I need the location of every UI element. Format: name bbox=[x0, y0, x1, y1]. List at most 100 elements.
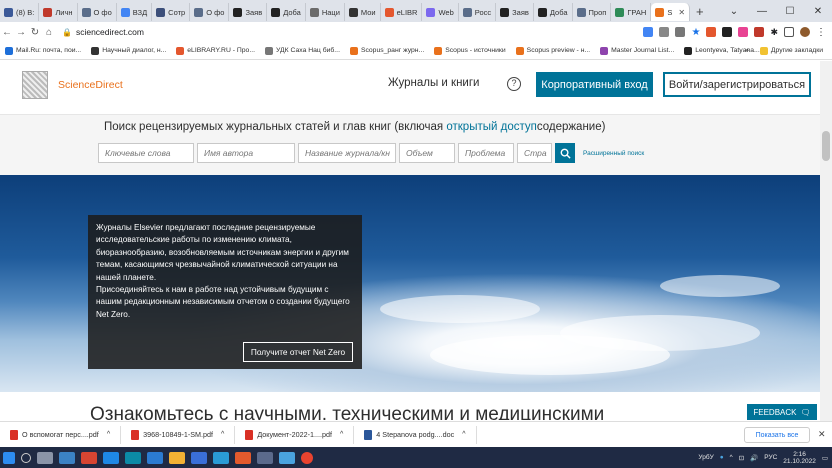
browser-tab[interactable]: ГРАН bbox=[611, 3, 652, 21]
extension-icon[interactable] bbox=[754, 27, 765, 37]
sidebar-icon[interactable] bbox=[784, 27, 794, 37]
tray-app-icon[interactable]: ● bbox=[720, 454, 724, 461]
download-item[interactable]: 4 Stepanova podg....doc ^ bbox=[354, 425, 477, 444]
extension-icon[interactable] bbox=[722, 27, 733, 37]
edge-icon[interactable] bbox=[125, 451, 141, 464]
bookmark-item[interactable]: УДК Саха Нац биб... bbox=[260, 46, 345, 55]
app-icon[interactable] bbox=[257, 451, 273, 464]
author-input[interactable]: Имя автора bbox=[197, 143, 295, 163]
net-zero-report-button[interactable]: Получите отчет Net Zero bbox=[243, 342, 353, 362]
home-icon[interactable]: ⌂ bbox=[42, 27, 56, 38]
acrobat-icon[interactable] bbox=[81, 451, 97, 464]
browser-tab[interactable]: Доба bbox=[534, 3, 573, 21]
corporate-login-button[interactable]: Корпоративный вход bbox=[536, 72, 653, 97]
telegram-icon[interactable] bbox=[213, 451, 229, 464]
powerpoint-icon[interactable] bbox=[235, 451, 251, 464]
bookmarks-more-button[interactable]: » bbox=[745, 47, 749, 54]
clock[interactable]: 2:16 21.10.2022 bbox=[783, 451, 816, 465]
google-icon[interactable] bbox=[643, 27, 654, 37]
chrome-icon[interactable] bbox=[301, 451, 313, 464]
mail-icon[interactable] bbox=[191, 451, 207, 464]
download-item[interactable]: 3968-10849-1-SM.pdf ^ bbox=[121, 425, 236, 444]
extension-icon[interactable] bbox=[706, 27, 717, 37]
maximize-button[interactable]: ☐ bbox=[776, 6, 804, 17]
bookmark-item[interactable]: Научный диалог, н... bbox=[86, 46, 171, 55]
bookmark-item[interactable]: Scopus preview - н... bbox=[511, 46, 595, 55]
browser-tab[interactable]: Мои bbox=[345, 3, 381, 21]
other-bookmarks-folder[interactable]: Другие закладки bbox=[755, 46, 828, 55]
bookmark-item[interactable]: eLIBRARY.RU - Про... bbox=[171, 46, 260, 55]
browser-tab[interactable]: Наци bbox=[306, 3, 345, 21]
browser-tab[interactable]: Web bbox=[422, 3, 459, 21]
minimize-button[interactable]: — bbox=[748, 6, 776, 17]
chevron-up-icon[interactable]: ^ bbox=[221, 431, 224, 438]
feedback-button[interactable]: FEEDBACK 🗨 bbox=[747, 404, 817, 420]
share-icon[interactable] bbox=[675, 27, 686, 37]
language-indicator[interactable]: РУС bbox=[764, 454, 777, 461]
close-downloads-icon[interactable]: ✕ bbox=[818, 429, 826, 440]
lock-icon[interactable]: 🔒 bbox=[62, 28, 72, 37]
profile-avatar[interactable] bbox=[800, 27, 810, 37]
scrollbar-thumb[interactable] bbox=[822, 131, 830, 161]
windows-start-icon[interactable] bbox=[3, 451, 15, 464]
page-scrollbar[interactable] bbox=[820, 61, 832, 421]
volume-input[interactable]: Объем bbox=[399, 143, 455, 163]
journals-books-link[interactable]: Журналы и книги bbox=[388, 77, 479, 89]
skype-icon[interactable] bbox=[103, 451, 119, 464]
task-view-icon[interactable] bbox=[37, 451, 53, 464]
elsevier-tree-logo[interactable] bbox=[22, 71, 48, 99]
download-item[interactable]: Документ-2022-1....pdf ^ bbox=[235, 425, 355, 444]
app-icon[interactable] bbox=[279, 451, 295, 464]
close-tab-icon[interactable]: ✕ bbox=[678, 8, 685, 17]
show-all-downloads-button[interactable]: Показать все bbox=[744, 427, 810, 443]
browser-tab[interactable]: О фо bbox=[190, 3, 230, 21]
journal-input[interactable]: Название журнала/кн bbox=[298, 143, 396, 163]
store-icon[interactable] bbox=[59, 451, 75, 464]
browser-tab[interactable]: Доба bbox=[267, 3, 306, 21]
browser-tab[interactable]: S ✕ bbox=[651, 3, 691, 21]
search-button[interactable] bbox=[555, 143, 575, 163]
forward-icon[interactable]: → bbox=[14, 27, 28, 38]
advanced-search-link[interactable]: Расширенный поиск bbox=[583, 150, 644, 157]
browser-tab[interactable]: Сотр bbox=[152, 3, 191, 21]
network-icon[interactable]: ⊡ bbox=[739, 454, 744, 462]
open-access-link[interactable]: открытый доступ bbox=[446, 121, 536, 133]
chevron-up-icon[interactable]: ^ bbox=[107, 431, 110, 438]
bookmark-item[interactable]: Mail.Ru: почта, пои... bbox=[0, 46, 86, 55]
chevron-up-icon[interactable]: ^ bbox=[340, 431, 343, 438]
help-icon[interactable]: ? bbox=[507, 77, 521, 91]
bookmark-star-icon[interactable]: ★ bbox=[691, 27, 700, 38]
bookmark-item[interactable]: Scopus - источники bbox=[429, 46, 510, 55]
search-icon[interactable] bbox=[21, 452, 31, 463]
browser-tab[interactable]: Проп bbox=[573, 3, 612, 21]
extension-icon[interactable] bbox=[738, 27, 749, 37]
browser-tab[interactable]: О фо bbox=[78, 3, 117, 21]
keywords-input[interactable]: Ключевые слова bbox=[98, 143, 194, 163]
notifications-icon[interactable]: ▭ bbox=[822, 454, 828, 462]
translate-icon[interactable] bbox=[659, 27, 670, 37]
browser-tab[interactable]: (8) В: bbox=[0, 3, 40, 21]
sciencedirect-logo-text[interactable]: ScienceDirect bbox=[58, 79, 123, 91]
extensions-puzzle-icon[interactable]: ✱ bbox=[770, 27, 778, 38]
issue-input[interactable]: Проблема bbox=[458, 143, 514, 163]
bookmark-item[interactable]: Master Journal List... bbox=[595, 46, 679, 55]
volume-icon[interactable]: 🔊 bbox=[750, 454, 758, 462]
back-icon[interactable]: ← bbox=[0, 27, 14, 38]
browser-tab[interactable]: Росс bbox=[459, 3, 497, 21]
close-window-button[interactable]: ✕ bbox=[804, 6, 832, 17]
browser-tab[interactable]: ВЗД bbox=[117, 3, 153, 21]
download-item[interactable]: О вспомогат перс....pdf ^ bbox=[0, 425, 122, 444]
menu-kebab-icon[interactable]: ⋮ bbox=[816, 27, 826, 38]
reload-icon[interactable]: ↻ bbox=[28, 27, 42, 38]
browser-tab[interactable]: Личн bbox=[39, 3, 78, 21]
new-tab-button[interactable]: + bbox=[690, 4, 710, 19]
page-input[interactable]: Стра bbox=[517, 143, 552, 163]
tab-list-icon[interactable]: ⌄ bbox=[720, 6, 748, 17]
browser-tab[interactable]: Заяв bbox=[229, 3, 268, 21]
bookmark-item[interactable]: Scopus_ранг журн... bbox=[345, 46, 429, 55]
url-field[interactable]: 🔒 sciencedirect.com bbox=[62, 27, 144, 37]
word-icon[interactable] bbox=[147, 451, 163, 464]
login-register-button[interactable]: Войти/зарегистрироваться bbox=[663, 72, 811, 97]
chevron-up-icon[interactable]: ^ bbox=[462, 431, 465, 438]
browser-tab[interactable]: eLIBR bbox=[381, 3, 423, 21]
